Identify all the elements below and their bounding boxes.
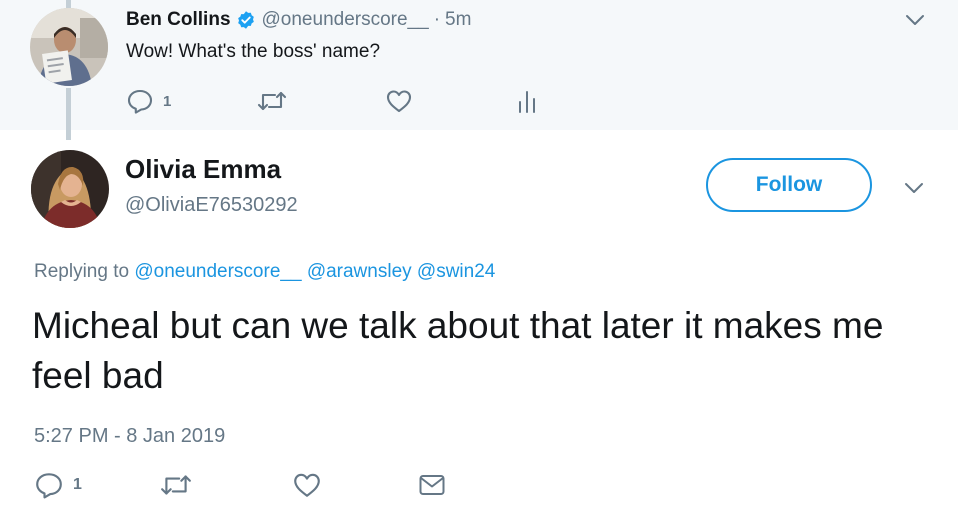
parent-handle[interactable]: @oneunderscore__ — [262, 9, 429, 31]
main-like-button[interactable] — [292, 470, 322, 500]
thread-line-connector — [66, 88, 71, 140]
main-retweet-button[interactable] — [160, 470, 192, 500]
chevron-down-icon[interactable] — [903, 181, 925, 195]
parent-timestamp[interactable]: 5m — [445, 9, 471, 31]
main-reply-count: 1 — [73, 476, 82, 493]
like-icon — [292, 471, 322, 499]
parent-reply-button[interactable]: 1 — [126, 86, 171, 116]
replying-to-label: Replying to — [34, 261, 130, 282]
thread-line-top — [66, 0, 71, 8]
parent-avatar[interactable] — [30, 8, 108, 86]
main-direct-message-button[interactable] — [418, 470, 446, 500]
main-handle[interactable]: @OliviaE76530292 — [125, 194, 298, 217]
parent-tweet-text: Wow! What's the boss' name? — [126, 41, 381, 62]
main-author-name[interactable]: Olivia Emma — [125, 154, 281, 185]
replying-to-line: Replying to @oneunderscore__ @arawnsley … — [34, 261, 495, 283]
analytics-icon — [516, 88, 538, 114]
like-icon — [385, 88, 413, 114]
follow-button[interactable]: Follow — [706, 158, 872, 212]
parent-author-name[interactable]: Ben Collins — [126, 9, 231, 31]
parent-like-button[interactable] — [385, 86, 413, 116]
verified-badge-icon — [236, 10, 256, 30]
chevron-down-icon[interactable] — [904, 13, 926, 27]
main-reply-button[interactable]: 1 — [34, 470, 82, 500]
main-tweet-text: Micheal but can we talk about that later… — [32, 305, 884, 396]
retweet-icon — [160, 472, 192, 498]
tweet-thread: Ben Collins @oneunderscore__ · 5m Wow! W… — [0, 0, 958, 526]
main-avatar[interactable] — [31, 150, 109, 228]
retweet-icon — [257, 89, 287, 113]
mention-link[interactable]: @swin24 — [417, 261, 495, 282]
parent-analytics-button[interactable] — [516, 86, 538, 116]
parent-separator: · — [433, 9, 441, 30]
reply-icon — [34, 471, 64, 499]
parent-reply-count: 1 — [163, 92, 172, 110]
main-timestamp[interactable]: 5:27 PM - 8 Jan 2019 — [34, 425, 225, 448]
reply-icon — [126, 88, 154, 114]
mention-link[interactable]: @arawnsley — [307, 261, 412, 282]
mention-link[interactable]: @oneunderscore__ — [134, 261, 301, 282]
direct-message-icon — [418, 473, 446, 497]
parent-retweet-button[interactable] — [257, 86, 287, 116]
parent-tweet-header: Ben Collins @oneunderscore__ · 5m — [126, 7, 471, 33]
